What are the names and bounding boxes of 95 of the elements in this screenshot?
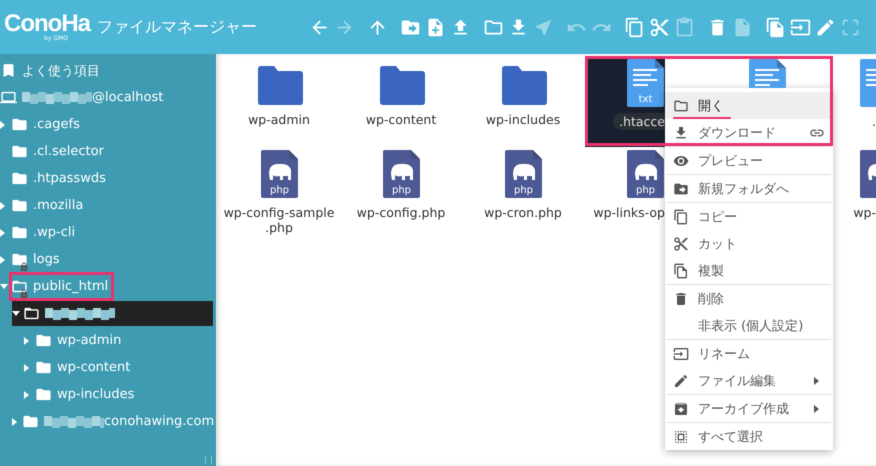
copy-icon [673,208,689,224]
folder-name: wp-admin [57,333,122,348]
scissors-icon [673,236,689,252]
blurred-text [22,92,92,104]
menu-item[interactable]: 複製 [665,257,833,284]
file-name: wp-links-op [592,204,665,221]
duplicate-icon [673,262,689,278]
logo: ConoHa [4,12,90,34]
menu-item[interactable]: 新規フォルダへ [665,175,833,202]
folder-icon [378,65,426,105]
folder-name: public_html [33,279,108,294]
expand-arrow-icon[interactable] [24,390,29,398]
file-name: wp-config-sample .php [222,204,336,236]
file-tile[interactable]: php wp-cron.php [463,147,585,238]
resize-handle[interactable] [205,456,212,464]
php-file-icon: php [627,150,665,198]
folder-icon [11,251,28,268]
expand-arrow-icon[interactable] [24,336,29,344]
computer-icon [0,89,17,106]
menu-item[interactable]: 開く [665,92,833,119]
pencil-icon [815,16,836,38]
favorites-label: よく使う項目 [22,62,100,80]
php-file-icon: php [261,150,299,198]
folder-name: .mozilla [33,198,84,213]
duplicate-icon [765,16,786,38]
resize-icon [840,16,861,38]
menu-item[interactable]: リネーム [665,340,833,367]
folder-name: .cl.selector [33,144,104,159]
expand-arrow-icon[interactable] [0,202,5,210]
folder-icon [256,65,304,105]
folder-name: logs [33,252,60,267]
select-all-icon [673,428,689,444]
file-name: . [872,113,876,130]
php-file-icon: php [383,150,421,198]
folder-name: .wp-cli [33,225,76,240]
file-name: wp- [853,204,876,221]
expand-arrow-icon[interactable] [0,120,5,128]
selected-tree-item[interactable] [12,301,213,326]
file-tile[interactable]: php wp-config.php [341,147,463,238]
expand-arrow-icon[interactable] [24,364,29,372]
expand-arrow-icon[interactable] [12,418,17,426]
app-title: ファイルマネージャー [97,16,258,38]
blurred-text [45,308,115,320]
cut-icon [649,16,670,38]
folder-icon [23,305,40,322]
file-name: .htacce [613,113,665,130]
rename-icon [790,16,811,38]
folder-icon [22,413,39,430]
folder-icon [11,143,28,160]
folder-icon [11,224,28,241]
paste-icon [674,16,695,38]
file-tile[interactable]: wp-content [341,56,463,147]
folder-icon [35,386,52,403]
file-name: wp-admin [247,111,311,128]
file-tile[interactable]: wp-admin [219,56,341,147]
pointer-icon [533,16,554,38]
folder-icon [11,278,28,295]
folder-name: conohawing.com [104,414,214,429]
menu-item[interactable]: すべて選択 [665,423,833,450]
folder-arrow-icon [673,180,689,196]
menu-item[interactable]: 非表示 (個人設定) [665,312,833,339]
text-file-icon: txt [627,59,665,107]
menu-item[interactable]: プレビュー [665,147,833,174]
folder-icon [11,116,28,133]
folder-icon [35,359,52,376]
folder-name: .htpasswds [33,171,106,186]
folder-icon [11,197,28,214]
menu-item[interactable]: ダウンロード [665,119,833,146]
expand-arrow-icon[interactable] [0,256,5,264]
copy-icon [624,16,645,38]
file-name: wp-content [364,111,438,128]
selected-file-tile[interactable]: txt .htacce [585,56,665,147]
folder-name: .cagefs [33,117,80,132]
file-name: wp-cron.php [483,204,563,221]
expand-arrow-icon[interactable] [0,228,5,236]
folder-icon [500,65,548,105]
folder-name: wp-content [57,360,130,375]
folder-name: @localhost [92,90,164,105]
folder-name: wp-includes [57,387,134,402]
folder-icon [11,170,28,187]
pencil-icon [673,372,689,388]
rename-icon [673,346,689,362]
file-name: wp-includes [484,111,562,128]
file-tile[interactable]: wp-includes [463,56,585,147]
archive-icon [673,400,689,416]
menu-item[interactable]: アーカイブ作成 [665,395,833,422]
file-name: wp-config.php [356,204,446,221]
menu-item[interactable]: 削除 [665,285,833,312]
blurred-text [44,416,104,428]
php-file-icon: php [505,150,543,198]
file-tile[interactable]: php wp-links-op [585,147,665,238]
menu-item[interactable]: ファイル編集 [665,367,833,394]
file-tile[interactable]: php wp-config-sample .php [219,147,341,238]
folder-icon [35,332,52,349]
folder-icon [673,98,689,114]
